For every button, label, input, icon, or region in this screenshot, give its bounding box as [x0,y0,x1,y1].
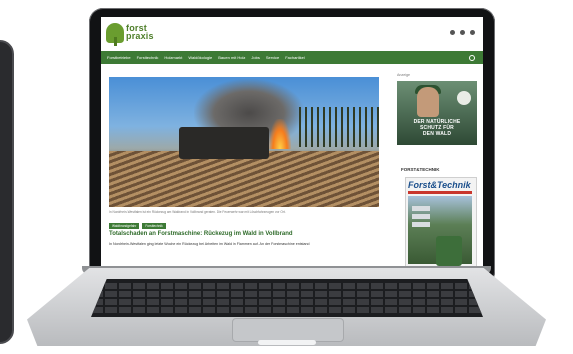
laptop-lid-notch [258,340,316,345]
nav-item-service[interactable]: Service [266,55,279,60]
mail-icon[interactable] [450,30,455,35]
social-links [450,30,475,35]
cover-teaser-box [412,206,430,211]
nav-item-holzmarkt[interactable]: Holzmarkt [164,55,182,60]
site-logo[interactable]: forst praxis [106,23,166,47]
search-icon[interactable] [469,55,475,61]
laptop-keyboard [91,279,483,317]
facebook-icon[interactable] [470,30,475,35]
harvester-machine [436,236,462,266]
ad-slogan-line-3: DEN WALD [422,131,452,137]
nav-item-forsttechnik[interactable]: Forsttechnik [137,55,159,60]
image-caption: In Nordrhein-Westfalen ist ein Rückezug … [109,210,286,214]
tag-waldbrandgefahr[interactable]: Waldbrandgefahr [109,223,140,229]
nav-item-fachartikel[interactable]: Fachartikel [285,55,305,60]
cover-teaser-box [412,214,430,219]
twitter-icon[interactable] [460,30,465,35]
laptop-trackpad [232,318,344,342]
magazine-title: Forst&Technik [408,180,471,190]
article-teaser: In Nordrhein-Westfalen ging letzte Woche… [109,242,310,246]
article-main: In Nordrhein-Westfalen ist ein Rückezug … [107,77,392,266]
article-headline[interactable]: Totalschaden an Forstmaschine: Rückezug … [109,230,389,238]
site-header: forst praxis [101,17,483,51]
logo-text: forst praxis [126,23,154,41]
forwarder-machine [179,127,269,159]
nav-item-jobs[interactable]: Jobs [251,55,259,60]
forest-tree-line [299,107,379,147]
person-portrait [417,87,439,117]
article-tags: Waldbrandgefahr Forsttechnik [109,223,166,229]
tag-forsttechnik[interactable]: Forsttechnik [142,223,166,229]
cover-teaser-box [412,222,430,227]
log-pile [109,151,379,207]
main-navigation: Forstbetriebe Forsttechnik Holzmarkt Wal… [101,51,483,64]
sidebar: Anzeige DER NATÜRLICHE SCHUTZ FÜR DEN WA… [397,73,477,266]
nav-item-waldoekologie[interactable]: Waldökologie [188,55,212,60]
laptop-screen: forst praxis Forstbetriebe Forsttechnik … [101,17,483,266]
nav-item-bauen-mit-holz[interactable]: Bauen mit Holz [218,55,245,60]
ad-label: Anzeige [397,73,410,77]
magazine-stripe [408,191,472,194]
fire-flames [269,119,291,149]
magazine-heading: FORST&TECHNIK [401,167,440,172]
article-hero-image[interactable] [109,77,379,207]
ad-badge-icon [457,91,471,105]
ad-slogan: DER NATÜRLICHE SCHUTZ FÜR DEN WALD [397,119,477,137]
phone-device-edge [0,40,14,344]
tree-trunk-icon [114,37,117,46]
magazine-cover[interactable]: Forst&Technik [405,177,477,266]
magazine-cover-photo [408,196,472,266]
sidebar-ad-banner[interactable]: DER NATÜRLICHE SCHUTZ FÜR DEN WALD [397,81,477,145]
nav-item-forstbetriebe[interactable]: Forstbetriebe [107,55,131,60]
